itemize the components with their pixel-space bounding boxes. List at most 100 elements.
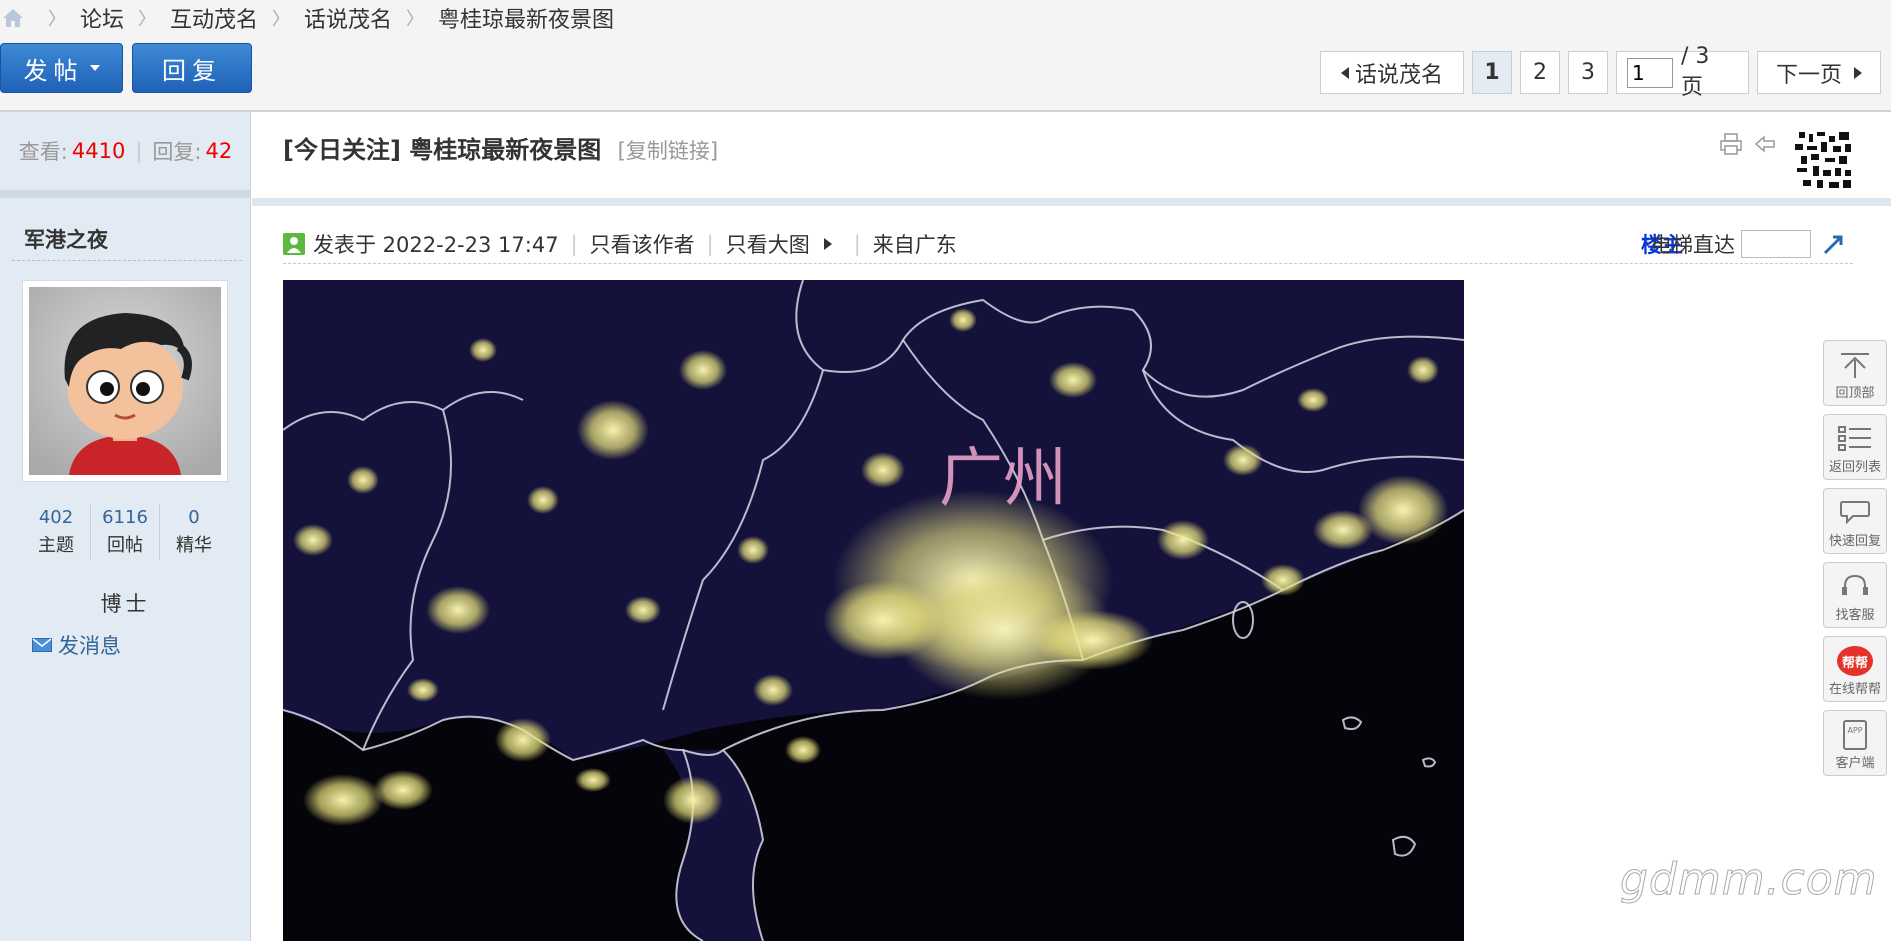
headset-icon <box>1842 574 1868 595</box>
copy-link[interactable]: [复制链接] <box>618 139 718 163</box>
page-total: / 3 页 <box>1681 44 1710 100</box>
breadcrumb-separator: 〉 <box>272 9 291 30</box>
send-message-link[interactable]: 发消息 <box>32 630 121 660</box>
breadcrumb-separator: 〉 <box>48 9 66 30</box>
page: 〉 论坛 〉 互动茂名 〉 话说茂名 〉 粤桂琼最新夜景图 发帖 回复 话说茂名… <box>0 0 1891 941</box>
breadcrumb-separator: 〉 <box>138 9 157 30</box>
tool-label: 客户端 <box>1835 756 1875 771</box>
page-number: 2 <box>1533 60 1547 85</box>
stat-topics[interactable]: 402 主题 <box>22 504 90 560</box>
next-page-button[interactable]: 下一页 <box>1757 51 1881 94</box>
top-area: 〉 论坛 〉 互动茂名 〉 话说茂名 〉 粤桂琼最新夜景图 发帖 回复 话说茂名… <box>0 0 1891 112</box>
replies-count: 42 <box>205 139 233 163</box>
home-icon[interactable] <box>0 5 26 31</box>
arrow-left-icon <box>1340 66 1349 79</box>
breadcrumb-forum[interactable]: 论坛 <box>80 2 124 34</box>
stat-value: 6116 <box>102 507 148 528</box>
previous-thread-icon[interactable] <box>1753 132 1777 156</box>
views-label: 查看: <box>18 140 68 164</box>
floating-toolbar: 回顶部 返回列表 快速回复 找客服 帮帮 在线帮帮 APP 客户端 <box>1823 340 1889 784</box>
quick-reply-button[interactable]: 快速回复 <box>1823 488 1887 554</box>
night-map-image: 广州 <box>283 280 1464 941</box>
floor-jump-input[interactable] <box>1741 230 1811 258</box>
replies-label: 回复: <box>152 140 202 164</box>
new-post-label: 发帖 <box>23 56 84 85</box>
divider <box>12 260 242 261</box>
thread-prefix[interactable]: [今日关注] <box>283 136 401 164</box>
go-icon[interactable] <box>1821 231 1847 257</box>
print-icon[interactable] <box>1719 132 1743 156</box>
breadcrumb-thread[interactable]: 粤桂琼最新夜景图 <box>438 2 614 34</box>
breadcrumb-board[interactable]: 话说茂名 <box>304 2 392 34</box>
avatar-image <box>29 287 221 475</box>
stat-posts[interactable]: 6116 回帖 <box>90 504 159 560</box>
online-status-icon <box>283 232 305 255</box>
page-1-button[interactable]: 1 <box>1472 51 1512 94</box>
meta-divider: | <box>706 231 714 256</box>
breadcrumb-separator: 〉 <box>406 9 425 30</box>
help-badge-icon: 帮帮 <box>1837 646 1873 676</box>
back-to-list-button[interactable]: 返回列表 <box>1823 414 1887 480</box>
stat-digests[interactable]: 0 精华 <box>159 504 228 560</box>
qr-code-icon[interactable] <box>1789 130 1855 192</box>
floor-jump: 电梯直达 <box>1651 224 1847 264</box>
author-stats: 402 主题 6116 回帖 0 精华 <box>22 504 228 560</box>
author-sidebar: 查看: 4410 | 回复: 42 军港之夜 402 主题 6116 回帖 0 … <box>0 112 251 941</box>
phone-app-icon: APP <box>1843 720 1867 750</box>
reply-button[interactable]: 回复 <box>132 43 252 93</box>
new-post-button[interactable]: 发帖 <box>0 43 123 93</box>
list-icon <box>1838 426 1871 451</box>
stat-label: 精华 <box>176 535 212 556</box>
page-number: 3 <box>1581 60 1595 85</box>
page-number: 1 <box>1484 60 1500 85</box>
back-label: 话说茂名 <box>1354 62 1443 88</box>
back-to-board-button[interactable]: 话说茂名 <box>1320 51 1464 94</box>
stat-label: 主题 <box>38 535 74 556</box>
pagination: 话说茂名 1 2 3 / 3 页 下一页 <box>1312 44 1881 100</box>
post-image[interactable]: 广州 <box>283 280 1464 941</box>
tool-label: 返回列表 <box>1828 460 1881 475</box>
only-author-link[interactable]: 只看该作者 <box>590 229 695 259</box>
author-name[interactable]: 军港之夜 <box>24 224 108 254</box>
page-jump-input[interactable] <box>1627 57 1673 88</box>
send-message-label: 发消息 <box>58 634 121 658</box>
tool-label: 回顶部 <box>1835 386 1875 401</box>
stat-label: 回帖 <box>107 535 143 556</box>
thread-title: [今日关注] 粤桂琼最新夜景图 [复制链接] <box>283 130 718 165</box>
stats-divider: | <box>135 139 143 163</box>
breadcrumb-category[interactable]: 互动茂名 <box>170 2 258 34</box>
next-label: 下一页 <box>1775 62 1842 88</box>
big-image-link[interactable]: 只看大图 <box>726 229 810 259</box>
views-count: 4410 <box>71 139 126 163</box>
floor-jump-label: 电梯直达 <box>1651 233 1735 257</box>
post-area: [今日关注] 粤桂琼最新夜景图 [复制链接] 发表于 2022-2-23 17:… <box>252 112 1891 941</box>
thread-stats: 查看: 4410 | 回复: 42 <box>0 112 251 198</box>
meta-divider: | <box>853 231 861 256</box>
post-meta: 发表于 2022-2-23 17:47 | 只看该作者 | 只看大图 | 来自广… <box>283 224 1853 264</box>
page-jump: / 3 页 <box>1616 44 1749 100</box>
reply-label: 回复 <box>162 56 222 85</box>
page-3-button[interactable]: 3 <box>1568 51 1608 94</box>
customer-service-button[interactable]: 找客服 <box>1823 562 1887 628</box>
tool-label: 快速回复 <box>1828 534 1881 549</box>
speech-bubble-icon <box>1840 501 1870 525</box>
breadcrumb: 〉 论坛 〉 互动茂名 〉 话说茂名 〉 粤桂琼最新夜景图 <box>0 2 614 34</box>
arrow-up-icon <box>1841 353 1869 378</box>
post-timestamp: 发表于 2022-2-23 17:47 <box>313 232 559 257</box>
author-rank: 博士 <box>100 592 151 616</box>
arrow-right-icon <box>1854 66 1862 79</box>
mail-icon <box>32 638 52 652</box>
online-help-button[interactable]: 帮帮 在线帮帮 <box>1823 636 1887 702</box>
avatar[interactable] <box>22 280 228 482</box>
stat-value: 0 <box>188 507 200 528</box>
page-2-button[interactable]: 2 <box>1520 51 1560 94</box>
tool-label: 在线帮帮 <box>1828 682 1881 697</box>
chevron-down-icon <box>89 65 100 71</box>
tool-label: 找客服 <box>1835 608 1875 623</box>
site-watermark: gdmm.com <box>1620 854 1878 906</box>
app-client-button[interactable]: APP 客户端 <box>1823 710 1887 776</box>
map-city-label: 广州 <box>939 442 1067 516</box>
back-to-top-button[interactable]: 回顶部 <box>1823 340 1887 406</box>
caret-right-icon <box>823 237 832 250</box>
stat-value: 402 <box>38 507 74 528</box>
